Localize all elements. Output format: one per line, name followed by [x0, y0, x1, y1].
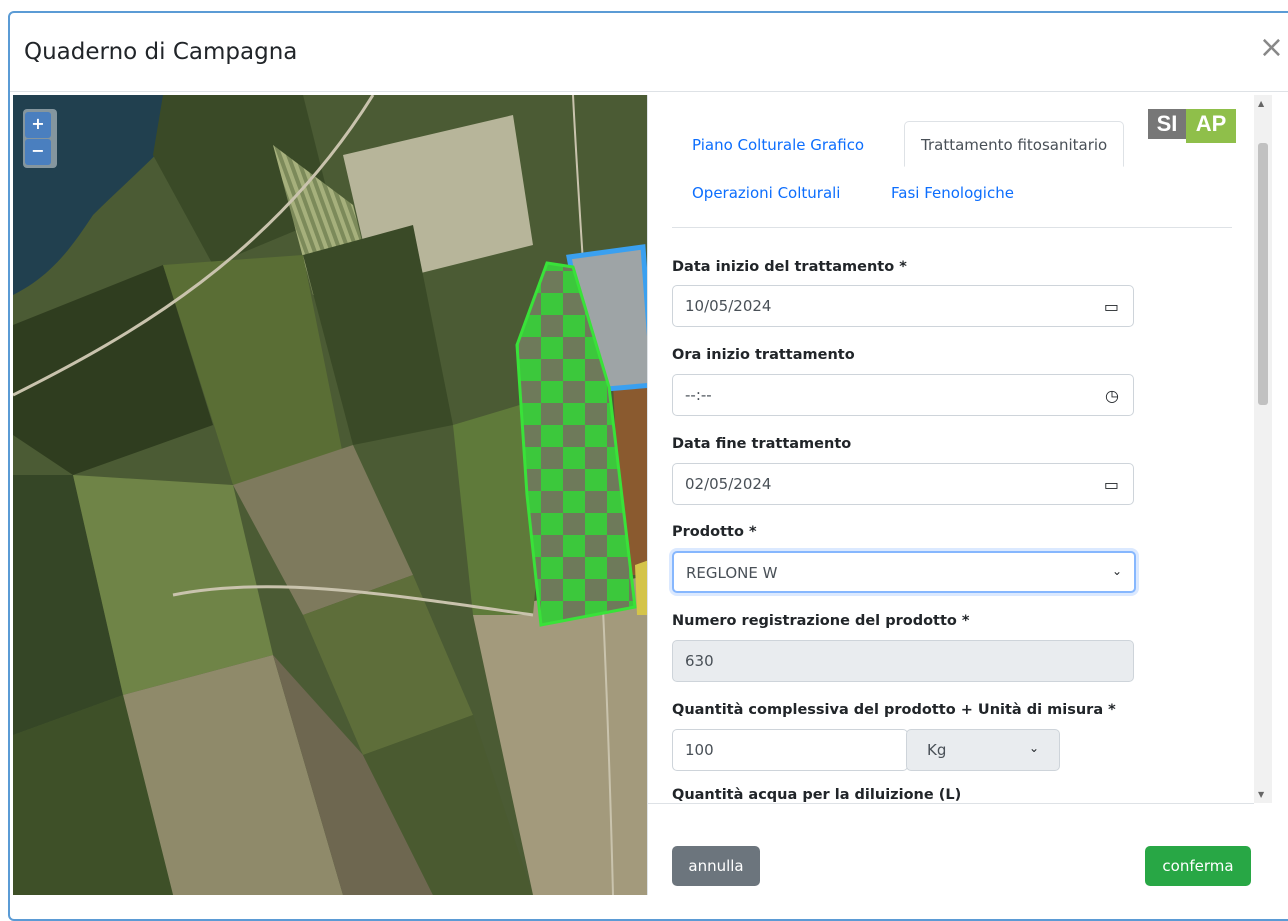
panel-scroll-area[interactable]: SI AP Piano Colturale Grafico Trattament…: [648, 95, 1254, 803]
data-inizio-input[interactable]: 10/05/2024 ▭: [672, 285, 1134, 327]
close-icon[interactable]: ×: [1259, 33, 1284, 63]
tab-operazioni-colturali[interactable]: Operazioni Colturali: [692, 184, 840, 202]
tab-trattamento-fitosanitario[interactable]: Trattamento fitosanitario: [904, 121, 1125, 167]
ora-inizio-input[interactable]: --:-- ◷: [672, 374, 1134, 416]
prodotto-label: Prodotto *: [672, 524, 757, 540]
scroll-up-icon[interactable]: ▲: [1258, 99, 1264, 108]
tab-bar: Piano Colturale Grafico Trattamento fito…: [672, 121, 1232, 228]
numero-registrazione-value: 630: [685, 652, 714, 670]
modal-header: Quaderno di Campagna ×: [10, 13, 1288, 92]
map-view[interactable]: + −: [13, 95, 649, 895]
calendar-icon[interactable]: ▭: [1104, 475, 1119, 494]
quantita-value: 100: [685, 741, 714, 759]
tab-fasi-fenologiche[interactable]: Fasi Fenologiche: [891, 184, 1014, 202]
panel-scrollbar[interactable]: ▲ ▼: [1254, 95, 1272, 803]
tab-piano-colturale-grafico[interactable]: Piano Colturale Grafico: [692, 136, 864, 154]
chevron-down-icon: ⌄: [1111, 564, 1122, 578]
numero-registrazione-input[interactable]: 630: [672, 640, 1134, 682]
modal-title: Quaderno di Campagna: [24, 39, 298, 65]
chevron-down-icon: ⌄: [1028, 741, 1039, 755]
data-fine-value: 02/05/2024: [685, 475, 772, 493]
data-fine-input[interactable]: 02/05/2024 ▭: [672, 463, 1134, 505]
treatment-panel: SI AP Piano Colturale Grafico Trattament…: [647, 95, 1254, 896]
prodotto-value: REGLONE W: [686, 564, 778, 582]
acqua-label: Quantità acqua per la diluizione (L): [672, 787, 962, 803]
ora-inizio-value: --:--: [685, 386, 712, 404]
scrollbar-thumb[interactable]: [1258, 143, 1268, 405]
clock-icon[interactable]: ◷: [1105, 386, 1119, 405]
data-inizio-value: 10/05/2024: [685, 297, 772, 315]
unita-misura-select[interactable]: Kg ⌄: [906, 729, 1060, 771]
cancel-button[interactable]: annulla: [672, 846, 760, 886]
prodotto-select[interactable]: REGLONE W ⌄: [672, 551, 1136, 593]
unita-misura-value: Kg: [927, 741, 947, 759]
data-fine-label: Data fine trattamento: [672, 436, 852, 452]
scroll-down-icon[interactable]: ▼: [1258, 790, 1264, 799]
satellite-imagery: [13, 95, 649, 895]
calendar-icon[interactable]: ▭: [1104, 297, 1119, 316]
zoom-out-button[interactable]: −: [25, 139, 51, 165]
zoom-controls: + −: [23, 109, 57, 168]
data-inizio-label: Data inizio del trattamento *: [672, 259, 907, 275]
modal-footer: annulla conferma: [648, 803, 1254, 896]
quantita-input[interactable]: 100: [672, 729, 908, 771]
quantita-label: Quantità complessiva del prodotto + Unit…: [672, 702, 1116, 718]
numero-registrazione-label: Numero registrazione del prodotto *: [672, 613, 970, 629]
zoom-in-button[interactable]: +: [25, 112, 51, 138]
ora-inizio-label: Ora inizio trattamento: [672, 347, 855, 363]
confirm-button[interactable]: conferma: [1145, 846, 1251, 886]
